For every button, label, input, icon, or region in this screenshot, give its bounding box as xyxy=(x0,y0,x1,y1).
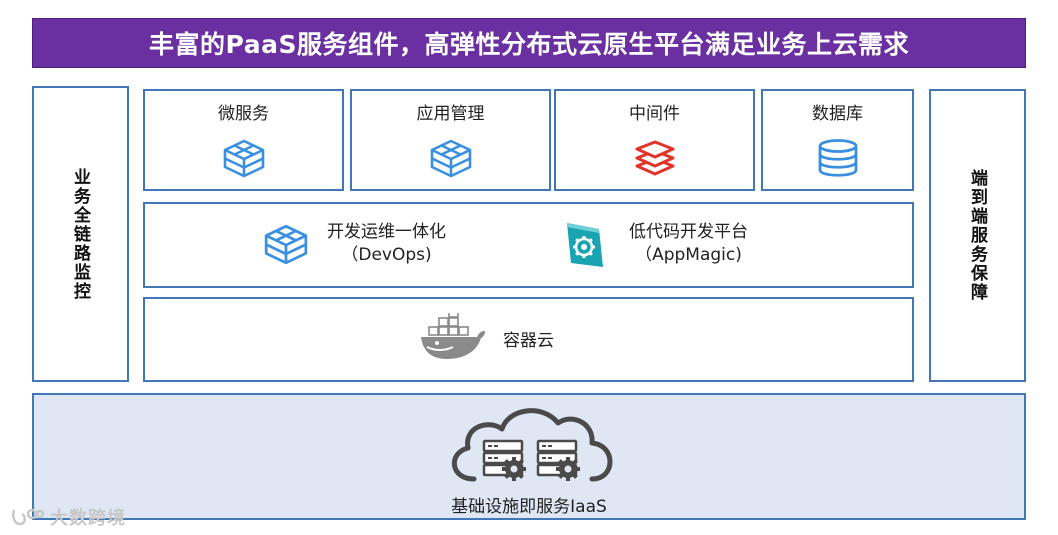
service-label: 数据库 xyxy=(812,104,863,124)
title-banner: 丰富的PaaS服务组件，高弹性分布式云原生平台满足业务上云需求 xyxy=(32,18,1026,68)
cube-icon xyxy=(222,138,266,178)
devops-item: 开发运维一体化 （DevOps) xyxy=(263,221,446,267)
service-card-microservice: 微服务 xyxy=(143,89,344,191)
service-assurance-panel: 端到端服务保障 xyxy=(929,89,1026,382)
lowcode-title: 低代码开发平台 xyxy=(629,222,748,242)
lowcode-item: 低代码开发平台 （AppMagic) xyxy=(565,219,748,269)
cube-icon xyxy=(429,138,473,178)
database-icon xyxy=(818,139,857,177)
docker-whale-icon xyxy=(421,313,485,359)
service-label: 中间件 xyxy=(629,104,680,124)
iaas-layer: 基础设施即服务IaaS xyxy=(32,393,1026,520)
gear-icon xyxy=(567,223,603,267)
container-cloud-item: 容器云 xyxy=(419,313,554,363)
iaas-label: 基础设施即服务IaaS xyxy=(451,497,607,517)
devops-title: 开发运维一体化 xyxy=(327,222,446,242)
container-cloud-label: 容器云 xyxy=(503,330,554,351)
layers-icon xyxy=(635,140,674,176)
cube-icon xyxy=(263,223,309,265)
service-assurance-label: 端到端服务保障 xyxy=(967,169,987,302)
service-card-middleware: 中间件 xyxy=(554,89,755,191)
devops-subtitle: （DevOps) xyxy=(341,245,432,265)
banner-title: 丰富的PaaS服务组件，高弹性分布式云原生平台满足业务上云需求 xyxy=(149,30,909,59)
platform-row: 开发运维一体化 （DevOps) 低代码开发平台 （AppMagic) xyxy=(143,202,914,288)
monitoring-label: 业务全链路监控 xyxy=(70,167,90,301)
service-label: 微服务 xyxy=(218,104,269,124)
service-card-database: 数据库 xyxy=(761,89,914,191)
service-label: 应用管理 xyxy=(416,104,485,124)
monitoring-panel: 业务全链路监控 xyxy=(32,86,129,382)
watermark-logo-icon xyxy=(12,508,44,526)
lowcode-subtitle: （AppMagic) xyxy=(635,245,742,265)
service-card-app-management: 应用管理 xyxy=(350,89,551,191)
cloud-servers-icon xyxy=(451,408,613,482)
container-cloud-row: 容器云 xyxy=(143,297,914,382)
watermark-text: 大数跨境 xyxy=(50,508,126,529)
watermark: 大数跨境 xyxy=(10,504,126,530)
